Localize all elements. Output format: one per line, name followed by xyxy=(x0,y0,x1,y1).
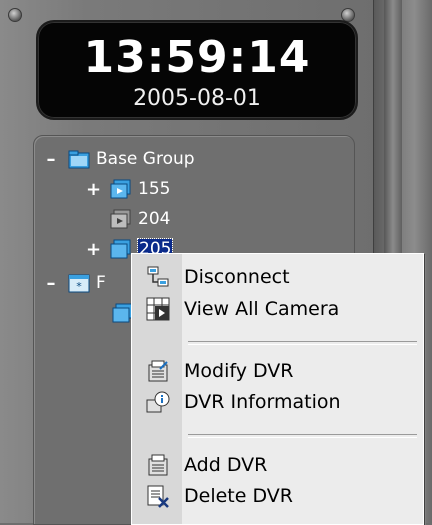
clock-date: 2005-08-01 xyxy=(133,86,261,111)
disconnect-icon xyxy=(147,266,169,287)
modify-dvr-icon xyxy=(148,360,168,382)
dvr-icon xyxy=(110,179,131,199)
tree-node-label: F xyxy=(96,273,106,293)
expand-toggle[interactable]: + xyxy=(86,239,101,260)
menu-item-label: Delete DVR xyxy=(184,485,293,507)
delete-dvr-icon xyxy=(147,485,169,508)
menu-item-add-dvr[interactable]: Add DVR xyxy=(132,450,423,480)
tree-node-label: 204 xyxy=(138,209,171,229)
view-all-camera-icon xyxy=(146,297,170,321)
tree-node-dvr-155[interactable]: + 155 xyxy=(86,178,170,200)
menu-item-disconnect[interactable]: Disconnect xyxy=(132,262,423,292)
menu-item-label: View All Camera xyxy=(184,298,340,320)
menu-item-label: Add DVR xyxy=(184,454,268,476)
svg-text:*: * xyxy=(76,280,82,293)
menu-item-delete-dvr[interactable]: Delete DVR xyxy=(132,481,423,511)
dvr-offline-icon xyxy=(110,209,131,229)
favorite-folder-icon: * xyxy=(68,274,90,293)
screw-icon xyxy=(8,8,22,22)
menu-separator xyxy=(188,341,417,345)
menu-item-modify-dvr[interactable]: Modify DVR xyxy=(132,356,423,386)
dvr-icon xyxy=(110,239,131,259)
clock-panel: 13:59:14 2005-08-01 xyxy=(36,20,358,120)
collapse-toggle[interactable]: – xyxy=(44,273,58,294)
tree-node-label: 155 xyxy=(138,179,171,199)
add-dvr-icon xyxy=(148,454,168,476)
menu-item-dvr-information[interactable]: DVR Information xyxy=(132,387,423,417)
menu-item-label: Disconnect xyxy=(184,266,290,288)
menu-item-label: DVR Information xyxy=(184,391,341,413)
tree-node-dvr-204[interactable]: 204 xyxy=(86,208,170,230)
tree-node-label: Base Group xyxy=(96,149,195,169)
folder-icon xyxy=(68,150,90,169)
expand-toggle[interactable]: + xyxy=(86,179,101,200)
dvr-information-icon xyxy=(146,391,170,413)
menu-item-view-all-camera[interactable]: View All Camera xyxy=(132,294,423,324)
menu-item-label: Modify DVR xyxy=(184,360,294,382)
collapse-toggle[interactable]: – xyxy=(44,149,58,170)
clock-time: 13:59:14 xyxy=(83,32,311,83)
tree-node-base-group[interactable]: – Base Group xyxy=(44,148,195,170)
context-menu: Disconnect View All Camera Modify DVR DV… xyxy=(131,253,424,525)
menu-separator xyxy=(188,434,417,438)
tree-node-group-2[interactable]: – * F xyxy=(44,272,106,294)
